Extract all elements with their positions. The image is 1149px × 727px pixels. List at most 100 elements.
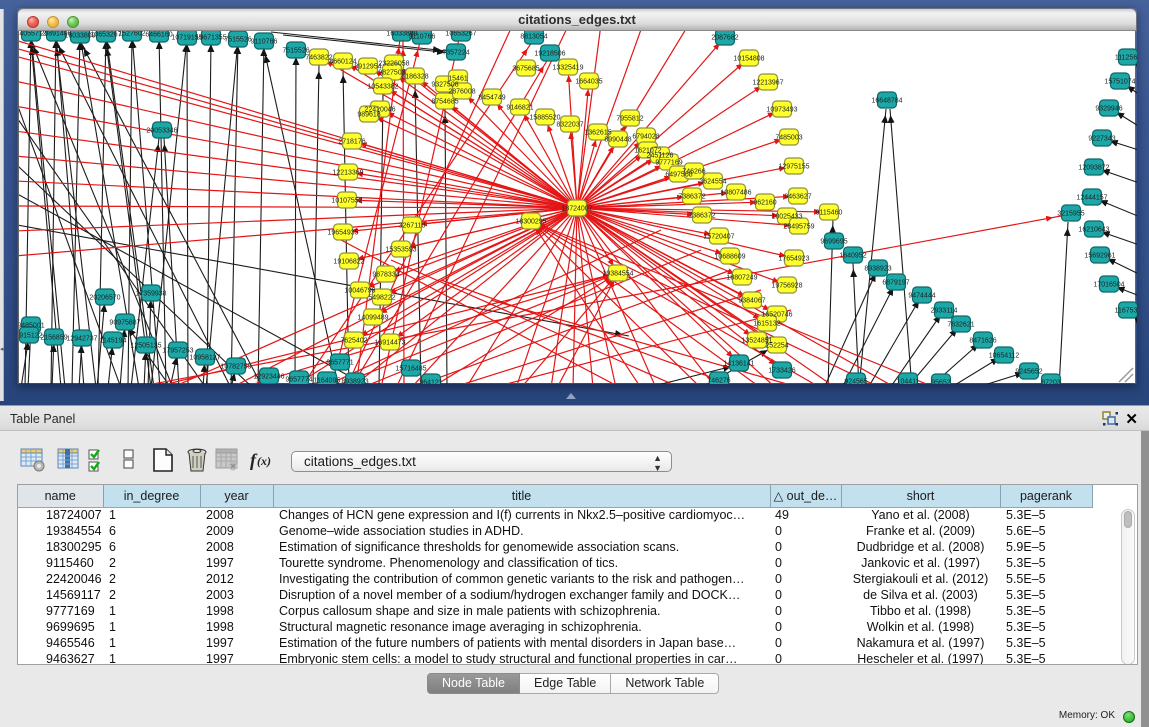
svg-text:10671355: 10671355 (195, 35, 226, 42)
svg-text:1164095: 1164095 (314, 378, 341, 385)
svg-text:989618: 989618 (357, 112, 380, 119)
svg-text:7485003: 7485003 (775, 135, 802, 142)
svg-text:17957253: 17957253 (162, 348, 193, 355)
svg-text:12444157: 12444157 (1076, 195, 1107, 202)
svg-text:18807249: 18807249 (726, 275, 757, 282)
svg-text:7386372: 7386372 (678, 194, 705, 201)
svg-text:23226058: 23226058 (378, 61, 409, 68)
svg-text:1615132: 1615132 (753, 321, 780, 328)
svg-text:2156859: 2156859 (40, 335, 67, 342)
svg-text:14136141: 14136141 (723, 361, 754, 368)
svg-text:9110766: 9110766 (251, 39, 278, 46)
svg-text:7357224: 7357224 (442, 50, 469, 57)
svg-text:2933114: 2933114 (931, 308, 958, 315)
svg-text:7955812: 7955812 (616, 116, 643, 123)
svg-text:7515526: 7515526 (282, 48, 309, 55)
svg-text:19654935: 19654935 (327, 230, 358, 237)
svg-text:15353593: 15353593 (385, 247, 416, 254)
svg-text:9327508: 9327508 (431, 82, 458, 89)
svg-text:7515526: 7515526 (224, 37, 251, 44)
svg-text:3675685: 3675685 (512, 66, 539, 73)
svg-text:924565: 924565 (844, 379, 867, 385)
svg-text:10653267: 10653267 (445, 31, 476, 38)
svg-text:15885520: 15885520 (529, 115, 560, 122)
svg-text:9115460: 9115460 (816, 210, 843, 217)
svg-text:17359938: 17359938 (135, 291, 166, 298)
svg-text:12093872: 12093872 (1078, 165, 1109, 172)
svg-text:87203: 87203 (1041, 380, 1061, 385)
svg-text:9146821: 9146821 (506, 105, 533, 112)
svg-text:1527602: 1527602 (118, 31, 145, 38)
svg-text:12975155: 12975155 (778, 164, 809, 171)
svg-text:9657771: 9657771 (326, 360, 353, 367)
svg-text:16914473: 16914473 (374, 340, 405, 347)
svg-text:6466160: 6466160 (145, 32, 172, 39)
svg-text:10782759: 10782759 (220, 364, 251, 371)
svg-text:15461: 15461 (448, 76, 468, 83)
svg-text:9777169: 9777169 (655, 160, 682, 167)
svg-text:15751074: 15751074 (1104, 79, 1135, 86)
svg-text:9474444: 9474444 (908, 293, 935, 300)
svg-text:20206570: 20206570 (89, 295, 120, 302)
svg-text:16648784: 16648784 (871, 98, 902, 105)
svg-text:5498222: 5498222 (368, 295, 395, 302)
svg-text:9384067: 9384067 (738, 298, 765, 305)
svg-text:19106822: 19106822 (333, 259, 364, 266)
svg-text:10654112: 10654112 (989, 353, 1020, 360)
svg-text:15716485: 15716485 (395, 366, 426, 373)
svg-text:7386372: 7386372 (688, 213, 715, 220)
svg-text:10154808: 10154808 (733, 56, 764, 63)
svg-text:15720407: 15720407 (703, 234, 734, 241)
svg-text:9878334: 9878334 (372, 272, 399, 279)
svg-text:12213369: 12213369 (332, 170, 363, 177)
svg-text:3215955: 3215955 (1057, 211, 1084, 218)
svg-text:8754685: 8754685 (431, 99, 458, 106)
svg-text:16520746: 16520746 (761, 312, 792, 319)
svg-text:7632621: 7632621 (947, 322, 974, 329)
svg-text:9245652: 9245652 (1015, 369, 1042, 376)
svg-text:12213967: 12213967 (752, 80, 783, 87)
svg-text:964121: 964121 (419, 380, 442, 385)
svg-text:20053346: 20053346 (146, 128, 177, 135)
svg-text:8938923: 8938923 (341, 379, 368, 385)
svg-text:8322037: 8322037 (556, 122, 583, 129)
svg-text:1733426: 1733426 (768, 368, 795, 375)
svg-text:10973493: 10973493 (766, 107, 797, 114)
svg-text:9657774: 9657774 (285, 377, 312, 384)
svg-text:8454749: 8454749 (478, 95, 505, 102)
svg-text:1167531: 1167531 (1115, 308, 1137, 315)
svg-text:1640952: 1640952 (839, 253, 866, 260)
svg-text:6794028: 6794028 (632, 134, 659, 141)
svg-text:17654923: 17654923 (778, 256, 809, 263)
svg-text:12942737: 12942737 (66, 336, 97, 343)
svg-text:1664035: 1664035 (575, 79, 602, 86)
svg-text:13325419: 13325419 (552, 65, 583, 72)
svg-text:28495759: 28495759 (783, 224, 814, 231)
svg-text:(x): (x) (257, 454, 271, 468)
svg-text:8938923: 8938923 (864, 266, 891, 273)
svg-text:18724007: 18724007 (561, 206, 592, 213)
svg-text:6879197: 6879197 (882, 280, 909, 287)
svg-text:3267110: 3267110 (399, 223, 426, 230)
svg-text:746266: 746266 (682, 169, 705, 176)
svg-text:746276: 746276 (707, 378, 730, 385)
svg-text:19756928: 19756928 (771, 283, 802, 290)
svg-text:10046798: 10046798 (344, 288, 375, 295)
svg-text:18300295: 18300295 (515, 219, 546, 226)
svg-text:19218506: 19218506 (534, 51, 565, 58)
svg-text:8186328: 8186328 (401, 74, 428, 81)
svg-text:14099489: 14099489 (357, 315, 388, 322)
svg-text:2718176: 2718176 (338, 139, 365, 146)
svg-text:15692961: 15692961 (1084, 253, 1115, 260)
svg-text:9329946: 9329946 (1095, 106, 1122, 113)
svg-text:104411: 104411 (897, 379, 920, 385)
svg-text:19384554: 19384554 (602, 271, 633, 278)
svg-text:2087682: 2087682 (711, 35, 738, 42)
svg-text:7625402: 7625402 (340, 338, 367, 345)
svg-text:8471626: 8471626 (969, 338, 996, 345)
svg-text:90975887: 90975887 (109, 320, 140, 327)
svg-text:962160: 962160 (753, 200, 776, 207)
svg-text:9485001: 9485001 (19, 323, 45, 330)
svg-text:8990448: 8990448 (604, 137, 631, 144)
svg-text:9110766: 9110766 (409, 34, 436, 41)
